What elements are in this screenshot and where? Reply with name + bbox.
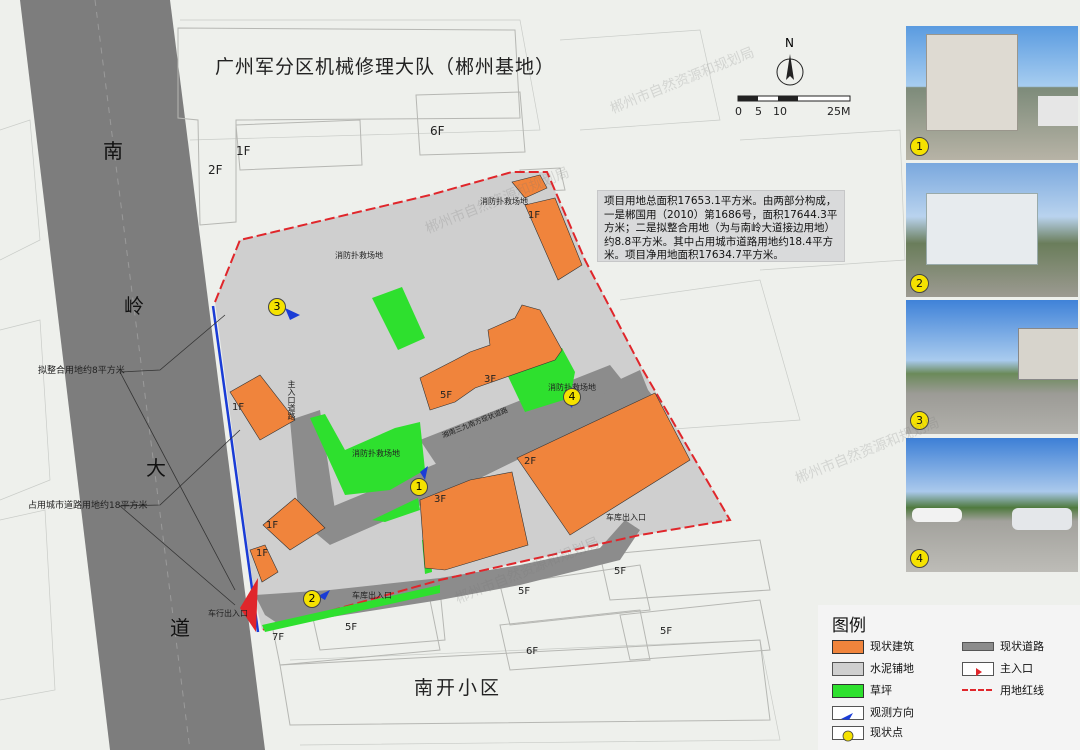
legend-swatch-entrance (962, 662, 994, 676)
floor-label: 2F (208, 163, 223, 177)
garage-entrance-label: 车库出入口 (352, 591, 392, 600)
road-name-char: 南 (103, 139, 123, 163)
status-point-marker: 2 (303, 590, 321, 608)
site-photo-2: 2 (906, 163, 1078, 297)
floor-label: 1F (266, 520, 279, 531)
floor-label: 1F (256, 548, 269, 559)
legend-label: 观测方向 (870, 706, 914, 719)
photo-number-badge: 1 (910, 137, 929, 156)
site-photo-3: 3 (906, 300, 1078, 434)
legend-title: 图例 (832, 616, 866, 636)
floor-label: 5F (660, 626, 673, 637)
garage-entrance-label: 车库出入口 (606, 513, 646, 522)
floor-label: 5F (440, 390, 453, 401)
legend-label: 现状点 (870, 726, 903, 739)
city-road-land-label: 占用城市道路用地约18平方米 (28, 501, 148, 511)
floor-label: 3F (484, 374, 497, 385)
north-label: N (785, 36, 794, 50)
photo-car (1012, 508, 1072, 530)
legend-swatch-redline (962, 689, 992, 691)
map-title: 广州军分区机械修理大队（郴州基地） (215, 56, 556, 78)
legend-swatch-concrete (832, 662, 864, 676)
legend-label: 水泥铺地 (870, 662, 914, 675)
photo-number-badge: 2 (910, 274, 929, 293)
floor-label: 3F (434, 494, 447, 505)
photo-number-badge: 4 (910, 549, 929, 568)
floor-label: 2F (524, 456, 537, 467)
photo-car (912, 508, 962, 522)
photo-building (1018, 328, 1078, 380)
legend-label: 草坪 (870, 684, 892, 697)
integrated-land-label: 拟整合用地约8平方米 (38, 366, 125, 376)
site-photo-1: 1 (906, 26, 1078, 160)
status-point-marker: 4 (563, 388, 581, 406)
scale-bar: 0 5 10 25M (735, 92, 855, 122)
floor-label: 5F (345, 622, 358, 633)
legend-label: 现状道路 (1000, 640, 1044, 653)
floor-label: 6F (430, 124, 445, 138)
photo-car (1038, 96, 1078, 126)
floor-label: 1F (232, 402, 245, 413)
legend-label: 用地红线 (1000, 684, 1044, 697)
site-photo-4: 4 (906, 438, 1078, 572)
floor-label: 1F (528, 210, 541, 221)
road-name-char: 道 (170, 616, 190, 640)
road-name-char: 大 (146, 456, 166, 480)
legend-label: 主入口 (1000, 662, 1033, 675)
legend-swatch-point (832, 726, 864, 742)
floor-label: 6F (526, 646, 539, 657)
fire-rescue-label: 消防扑救场地 (352, 449, 400, 458)
legend-swatch-observe (832, 706, 864, 720)
status-point-marker: 1 (410, 478, 428, 496)
legend-swatch-road (962, 642, 994, 651)
compass: N (775, 36, 805, 96)
floor-label: 5F (518, 586, 531, 597)
legend-label: 现状建筑 (870, 640, 914, 653)
community-name: 南开小区 (414, 677, 503, 699)
north-arrow-icon (776, 54, 804, 86)
floor-label: 7F (272, 632, 285, 643)
legend-panel: 图例 现状建筑 现状道路 水泥铺地 主入口 草坪 用地红线 观测方向 现状点 (818, 605, 1080, 750)
status-point-marker: 3 (268, 298, 286, 316)
photo-building (926, 193, 1038, 265)
legend-swatch-lawn (832, 684, 864, 698)
main-road-label: 主入口道路 (287, 380, 296, 420)
vehicle-entrance-label: 车行出入口 (208, 609, 248, 618)
legend-swatch-building (832, 640, 864, 654)
floor-label: 1F (236, 144, 251, 158)
road-name-char: 岭 (124, 294, 144, 318)
floor-label: 5F (614, 566, 627, 577)
fire-rescue-label: 消防扑救场地 (335, 251, 383, 260)
fire-rescue-label: 消防扑救场地 (480, 197, 528, 206)
photo-number-badge: 3 (910, 411, 929, 430)
project-info-box: 项目用地总面积17653.1平方米。由两部分构成，一是郴国用（2010）第168… (597, 190, 845, 262)
photo-building (926, 34, 1018, 131)
